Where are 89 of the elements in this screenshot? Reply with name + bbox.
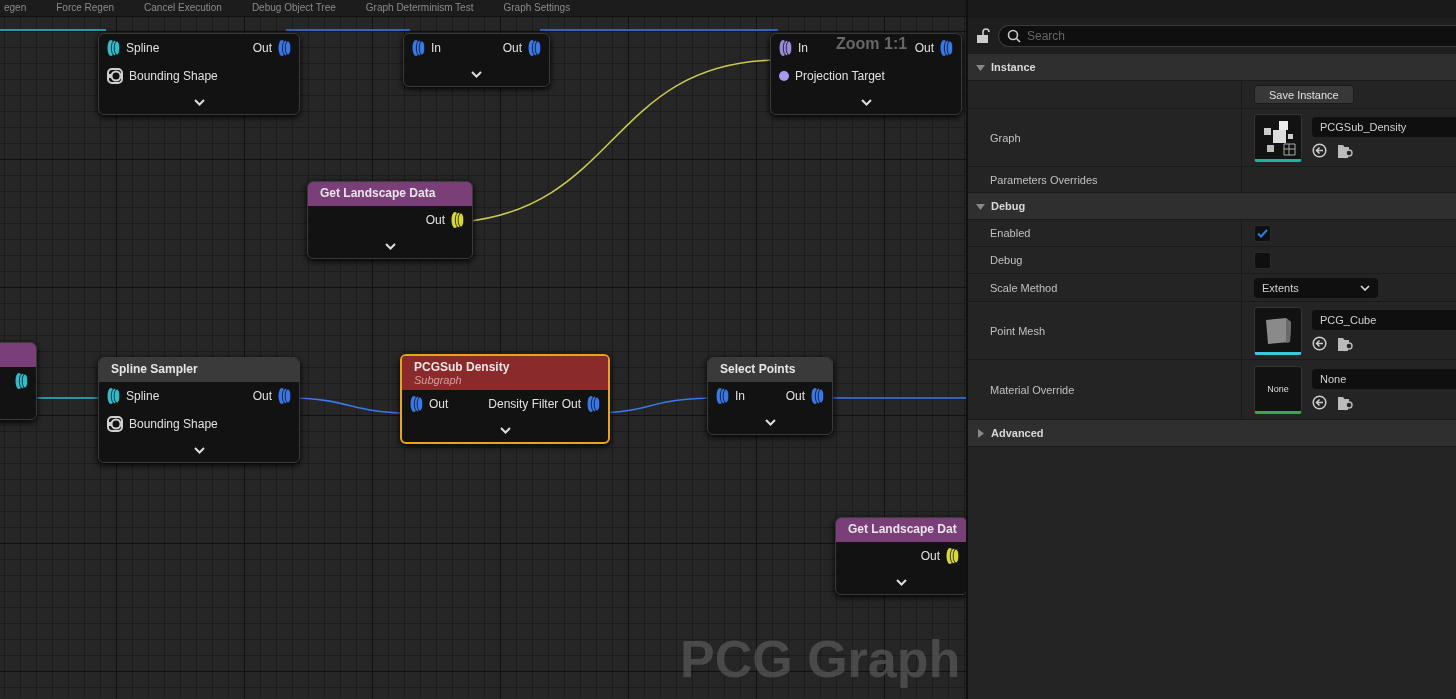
scale-method-dropdown[interactable]: Extents [1254, 277, 1378, 298]
chevron-down-icon[interactable] [499, 426, 511, 434]
pin-icon[interactable] [779, 39, 792, 57]
chevron-down-icon[interactable] [471, 70, 482, 78]
chevron-down-icon[interactable] [193, 98, 205, 106]
pin-label: Out [502, 41, 522, 55]
toolbar-button[interactable]: Cancel Execution [144, 1, 222, 15]
pin-label: Bounding Shape [129, 417, 218, 431]
pin-label: Out [425, 213, 445, 227]
use-selected-icon[interactable] [1312, 395, 1327, 410]
asset-thumbnail[interactable] [1254, 113, 1302, 162]
graph-node[interactable]: Get Landscape Data Out [307, 181, 473, 259]
checkbox[interactable] [1254, 251, 1271, 269]
toolbar-button[interactable]: egen [4, 1, 27, 15]
pin-label: Out [429, 397, 449, 411]
node-title: Get Landscape Data [320, 186, 437, 200]
shape-pin-icon[interactable] [107, 416, 123, 432]
toolbar-button[interactable]: Force Regen [56, 1, 115, 15]
property-label: Point Mesh [990, 324, 1046, 337]
pin-label: Bounding Shape [129, 69, 218, 83]
section-header[interactable]: Instance [968, 54, 1456, 81]
browse-folder-icon[interactable] [1337, 394, 1354, 411]
collapse-arrow-icon[interactable] [976, 201, 985, 211]
property-label: Parameters Overrides [990, 173, 1098, 186]
asset-field[interactable]: PCG_Cube [1312, 309, 1456, 330]
section-header[interactable]: Advanced [968, 420, 1456, 447]
chevron-down-icon[interactable] [896, 578, 907, 586]
node-title: Get Landscape Dat [848, 522, 955, 536]
pin-icon[interactable] [15, 372, 28, 390]
node-subtitle: Subgraph [414, 374, 463, 386]
property-label: Enabled [990, 227, 1031, 239]
pin-label: Out [252, 389, 272, 403]
pin-label: Spline [126, 41, 160, 55]
node-title: PCGSub Density [414, 360, 511, 374]
chevron-down-icon[interactable] [764, 418, 776, 426]
pin-label: Out [914, 41, 934, 55]
pin-label: Out [920, 549, 940, 563]
pin-label: Spline [126, 389, 160, 403]
browse-folder-icon[interactable] [1337, 335, 1354, 352]
pin-label: In [735, 389, 745, 403]
chevron-down-icon[interactable] [384, 242, 396, 250]
graph-node[interactable]: PCGSub Density Subgraph Out Density Filter Out [400, 354, 610, 444]
graph-node[interactable]: In Out [403, 33, 550, 87]
shape-pin-icon[interactable] [107, 68, 123, 84]
property-label: Debug [990, 254, 1023, 266]
toolbar-button[interactable]: Debug Object Tree [251, 1, 336, 15]
collapse-arrow-icon[interactable] [976, 62, 985, 72]
checkmark-icon [1257, 228, 1268, 238]
use-selected-icon[interactable] [1312, 336, 1327, 351]
expand-arrow-icon[interactable] [976, 428, 985, 438]
pin-icon[interactable] [946, 547, 959, 565]
pin-label: In [431, 41, 441, 55]
pin-icon[interactable] [451, 211, 464, 229]
save-instance-button[interactable]: Save Instance [1254, 85, 1354, 104]
search-icon [1007, 29, 1021, 43]
chevron-down-icon[interactable] [193, 446, 205, 454]
dot-pin-icon[interactable] [779, 71, 789, 81]
pin-label: Density Filter Out [488, 397, 581, 411]
chevron-down-icon[interactable] [860, 98, 872, 106]
graph-node[interactable]: Spline Sampler Spline Out Bounding Shape [98, 357, 300, 463]
section-header[interactable]: Debug [968, 193, 1456, 220]
asset-field[interactable]: PCGSub_Density [1312, 116, 1456, 137]
pin-label: In [798, 41, 808, 55]
pin-label: Projection Target [795, 69, 885, 83]
pin-label: Out [252, 41, 272, 55]
property-label: Graph [990, 131, 1021, 144]
node-title: Spline Sampler [111, 362, 199, 376]
toolbar-button[interactable]: Graph Determinism Test [365, 1, 474, 15]
graph-node[interactable]: Get Landscape Dat Out [835, 517, 966, 595]
checkbox[interactable] [1254, 224, 1271, 242]
property-label: Material Override [990, 383, 1075, 396]
chevron-down-icon [1360, 284, 1370, 291]
node-title: Select Points [720, 362, 797, 376]
asset-thumbnail[interactable] [1254, 306, 1302, 355]
browse-folder-icon[interactable] [1337, 142, 1354, 159]
search-field[interactable]: Search [998, 25, 1456, 47]
pin-label: Out [785, 389, 805, 403]
toolbar-button[interactable]: Graph Settings [503, 1, 571, 15]
asset-thumbnail[interactable]: None [1254, 365, 1302, 414]
graph-node[interactable]: Spline Out Bounding Shape [98, 33, 300, 115]
property-label: Scale Method [990, 281, 1058, 294]
thumbnail-text: None [1267, 383, 1289, 394]
pin-icon[interactable] [107, 39, 120, 57]
asset-field[interactable]: None [1312, 368, 1456, 389]
unlock-icon[interactable] [976, 28, 990, 44]
use-selected-icon[interactable] [1312, 143, 1327, 158]
graph-node[interactable]: Select Points In Out [707, 357, 833, 435]
pin-icon[interactable] [107, 387, 120, 405]
zoom-label: Zoom 1:1 [836, 35, 908, 53]
